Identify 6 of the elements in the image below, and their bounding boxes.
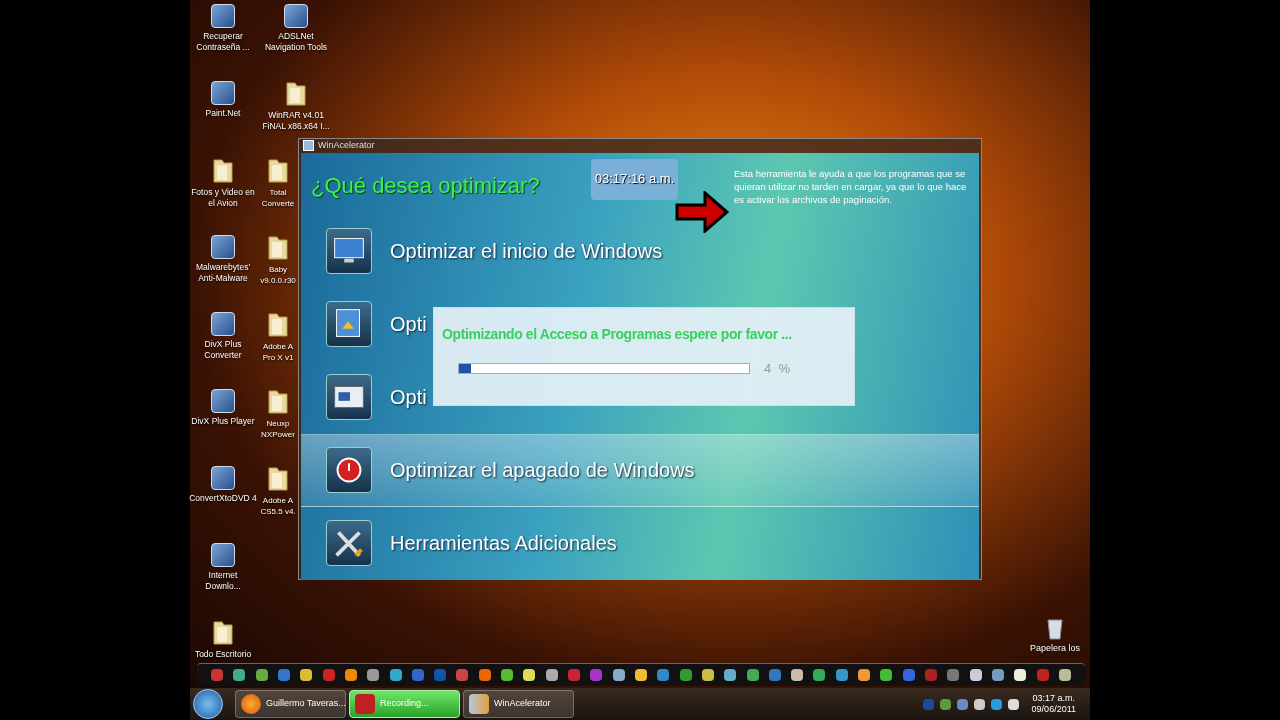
progress-message: Optimizando el Acceso a Programas espere por favor ... xyxy=(442,324,793,344)
window-title: WinAcelerator xyxy=(318,139,375,152)
clock-display: 03:17:16 a.m. xyxy=(591,158,678,200)
progress-percent: 4 % xyxy=(764,359,790,378)
description-text: Esta herramienta le ayuda a que los programas que se quieran utilizar no tarden en cargar, ya que lo que hace es activar los archivos de paginación. xyxy=(734,166,968,206)
heading: ¿Qué desea optimizar? xyxy=(311,171,541,200)
